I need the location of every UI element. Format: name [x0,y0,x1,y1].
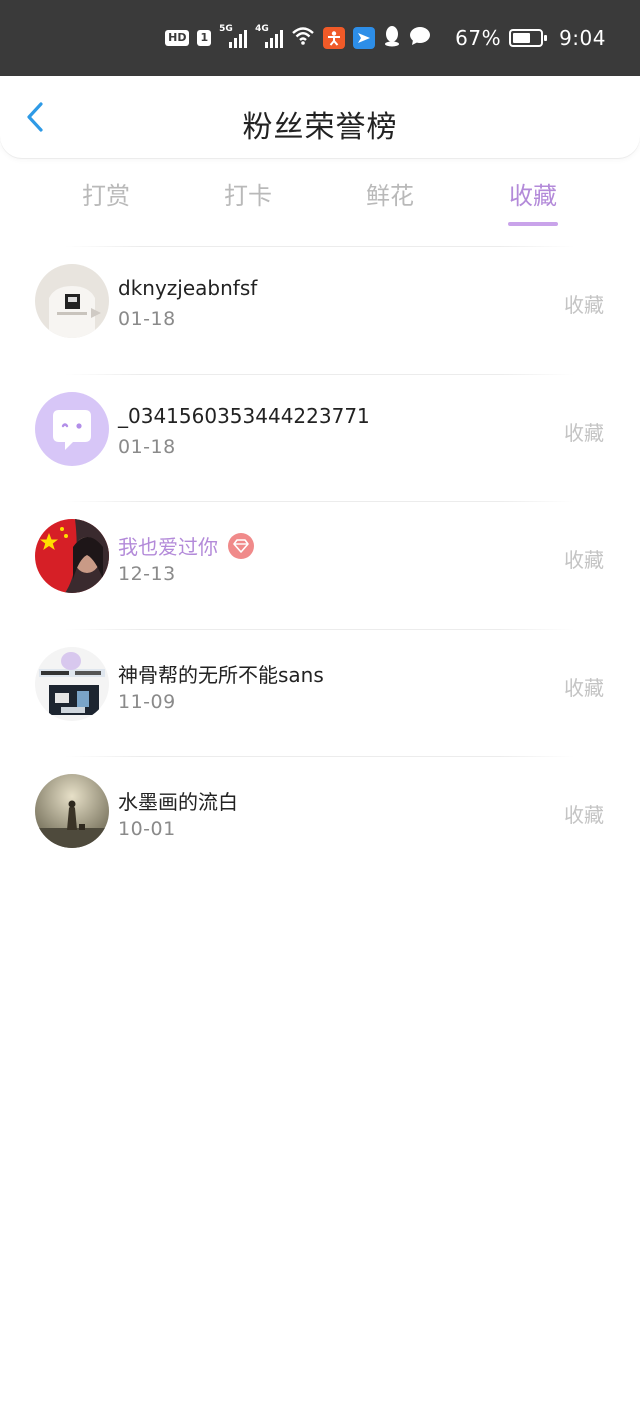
signal-4g-label: 4G [255,24,269,34]
signal-4g-icon: 4G [255,24,284,48]
tab-label: 打赏 [82,182,130,210]
action-label: 收藏 [564,675,604,700]
list-item[interactable]: 我也爱过你 12-13 收藏 [0,501,640,629]
action-label: 收藏 [564,293,604,317]
fan-name-text: dknyzjeabnfsf [118,276,258,300]
fan-date: 01-18 [118,308,176,330]
tab-label: 鲜花 [366,182,414,210]
battery-percent: 67% [455,26,502,50]
signal-5g-label: 5G [219,24,233,34]
chat-bubble-icon [409,26,431,50]
tab-checkin[interactable]: 打卡 [193,176,303,211]
wifi-icon [291,26,315,50]
fan-name: 水墨画的流白 [118,786,238,815]
status-bar: HD 1 5G 4G 67% 9:04 [0,0,640,76]
battery-icon [509,29,548,47]
fan-name: _0341560353444223771 [118,404,370,428]
fan-name-text: 神骨帮的无所不能sans [118,662,324,687]
fan-date: 01-18 [118,435,176,458]
avatar[interactable] [35,264,109,338]
list-item[interactable]: dknyzjeabnfsf 01-18 收藏 [0,246,640,374]
list-item[interactable]: 水墨画的流白 10-01 收藏 [0,756,640,884]
active-tab-indicator [508,222,558,226]
avatar[interactable] [35,774,109,848]
action-label: 收藏 [564,420,604,445]
action-label: 收藏 [564,548,604,572]
page-title: 粉丝荣誉榜 [242,110,398,145]
battery-fill [513,33,531,43]
list-item[interactable]: 神骨帮的无所不能sans 11-09 收藏 [0,628,640,757]
avatar[interactable] [35,519,109,593]
qq-icon [383,25,401,51]
clock: 9:04 [559,26,606,50]
tab-flowers[interactable]: 鲜花 [335,176,445,211]
divider [65,373,575,375]
divider [65,246,575,247]
tab-bar: 打赏 打卡 鲜花 收藏 [0,170,640,230]
fan-name: 神骨帮的无所不能sans [118,659,324,688]
list-item[interactable]: _0341560353444223771 01-18 收藏 [0,373,640,502]
action-label: 收藏 [564,803,604,827]
fan-name-text: 水墨画的流白 [118,790,238,814]
divider [65,501,575,502]
tab-favorites[interactable]: 收藏 [478,176,588,226]
signal-5g-icon: 5G [219,24,248,48]
fan-list: dknyzjeabnfsf 01-18 收藏 _0341560353444223… [0,246,640,884]
app-orange-icon [323,27,346,49]
app-blue-icon [353,27,376,49]
tab-label: 收藏 [509,182,557,210]
tab-tip[interactable]: 打赏 [51,176,161,211]
fan-date: 12-13 [118,563,176,585]
fan-date: 10-01 [118,818,176,840]
vip-diamond-icon [228,532,254,559]
tab-label: 打卡 [224,182,272,210]
fan-name-text: 我也爱过你 [118,535,218,559]
avatar[interactable] [35,646,109,721]
sim-badge: 1 [197,30,212,46]
divider [65,628,575,630]
divider [65,756,575,757]
avatar[interactable] [35,391,109,466]
hd-badge: HD [165,30,190,46]
top-nav-bar: 粉丝荣誉榜 [0,76,640,158]
fan-date: 11-09 [118,690,176,713]
fan-name-text: _0341560353444223771 [118,403,370,428]
fan-name: dknyzjeabnfsf [118,276,257,300]
fan-name: 我也爱过你 [118,531,254,560]
